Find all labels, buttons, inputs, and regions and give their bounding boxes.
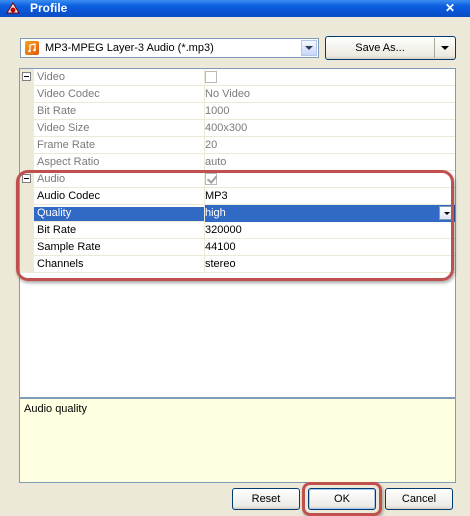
save-as-menu-button[interactable] (435, 46, 455, 50)
row-gutter (20, 69, 34, 86)
title-bar: Profile ✕ (0, 0, 470, 17)
grid-row-video-size[interactable]: Video Size 400x300 (20, 120, 455, 137)
row-gutter (20, 103, 34, 120)
property-value: 20 (204, 137, 455, 154)
grid-row-video-bit-rate[interactable]: Bit Rate 1000 (20, 103, 455, 120)
row-gutter (20, 137, 34, 154)
property-name: Video Codec (37, 88, 100, 100)
grid-row-video-codec[interactable]: Video Codec No Video (20, 86, 455, 103)
property-name: Frame Rate (37, 139, 96, 151)
audio-section-highlight (16, 170, 454, 281)
property-name: Aspect Ratio (37, 156, 100, 168)
save-as-button[interactable]: Save As... (325, 36, 456, 60)
cancel-button[interactable]: Cancel (385, 488, 453, 510)
category-video[interactable]: Video (20, 69, 455, 86)
profile-select-value: MP3-MPEG Layer-3 Audio (*.mp3) (45, 42, 214, 54)
profile-dropdown-button[interactable] (301, 40, 317, 56)
collapse-icon[interactable] (22, 72, 31, 81)
category-label: Video (37, 71, 65, 83)
property-value: auto (204, 154, 455, 171)
video-enabled-checkbox[interactable] (205, 71, 217, 83)
property-name: Bit Rate (37, 105, 77, 117)
window-title: Profile (30, 1, 68, 15)
close-button[interactable]: ✕ (430, 0, 470, 17)
grid-row-frame-rate[interactable]: Frame Rate 20 (20, 137, 455, 154)
row-gutter (20, 154, 34, 171)
description-text: Audio quality (24, 403, 87, 415)
chevron-down-icon (305, 46, 313, 50)
profile-select[interactable]: MP3-MPEG Layer-3 Audio (*.mp3) (20, 38, 319, 58)
video-enabled-cell (204, 69, 455, 86)
save-as-label: Save As... (355, 42, 405, 54)
mp3-file-icon (25, 41, 39, 55)
grid-row-aspect-ratio[interactable]: Aspect Ratio auto (20, 154, 455, 171)
row-gutter (20, 86, 34, 103)
close-icon: ✕ (444, 0, 456, 15)
property-value: 400x300 (204, 120, 455, 137)
cancel-label: Cancel (401, 493, 437, 505)
app-icon (6, 2, 20, 14)
reset-button[interactable]: Reset (232, 488, 300, 510)
property-value: No Video (204, 86, 455, 103)
property-name: Video Size (37, 122, 90, 134)
chevron-down-icon (441, 46, 449, 50)
row-gutter (20, 120, 34, 137)
property-value: 1000 (204, 103, 455, 120)
reset-label: Reset (251, 493, 281, 505)
ok-button-highlight (302, 482, 382, 516)
description-panel: Audio quality (19, 398, 456, 483)
